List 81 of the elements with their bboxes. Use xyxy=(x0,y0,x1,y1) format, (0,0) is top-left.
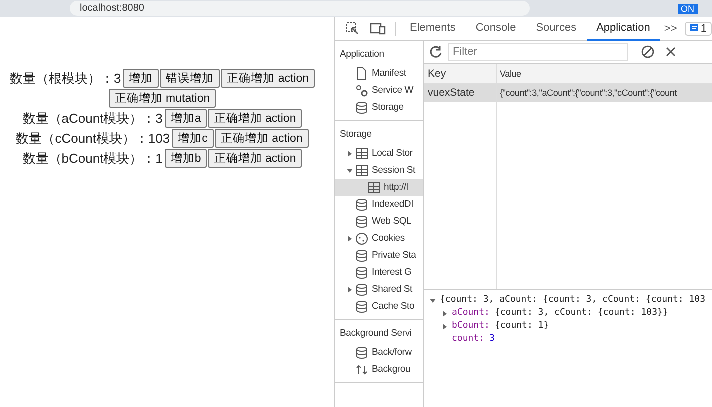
cookie-icon xyxy=(355,232,369,246)
property-key: bCount: xyxy=(452,320,490,333)
table-row[interactable]: vuexState {"count":3,"aCount":{"count":3,"cCount":{"count xyxy=(424,84,712,102)
database-icon xyxy=(355,198,369,212)
table-icon xyxy=(355,146,369,160)
table-icon xyxy=(367,180,381,194)
sidebar-item[interactable]: Session St xyxy=(335,162,423,179)
increment-button[interactable]: 增加c xyxy=(172,129,214,148)
property-value: {count: 1} xyxy=(494,320,550,333)
sidebar-item[interactable]: Local Stor xyxy=(335,145,423,162)
sidebar-item[interactable]: Interest G xyxy=(335,264,423,281)
message-icon xyxy=(690,24,699,33)
section-title: Application xyxy=(339,48,386,62)
table-cell-text: {"count":3,"aCount":{"count":3,"cCount":{"count xyxy=(499,87,678,100)
database-icon xyxy=(355,346,369,360)
sidebar-item[interactable]: Shared St xyxy=(335,281,423,298)
filter-field[interactable]: Filter xyxy=(448,43,628,61)
increment-button[interactable]: 正确增加 action xyxy=(221,69,316,88)
count-label: 数量（aCount模块）：3 xyxy=(22,110,163,128)
increment-button[interactable]: 正确增加 action xyxy=(208,109,302,128)
sidebar-item[interactable]: Private Sta xyxy=(335,247,423,264)
increment-button[interactable]: 错误增加 xyxy=(160,69,220,88)
increment-button[interactable]: 增加a xyxy=(164,109,208,128)
database-icon xyxy=(355,300,369,314)
section-title: Storage xyxy=(339,128,373,142)
increment-button[interactable]: 增加 xyxy=(123,69,160,88)
more-tabs-button[interactable]: >> xyxy=(664,22,678,34)
device-toolbar-icon[interactable] xyxy=(370,22,386,36)
count-label: 数量（cCount模块）：103 xyxy=(16,130,170,148)
collapsed-arrow-icon[interactable] xyxy=(442,324,448,330)
extension-badge[interactable]: ON xyxy=(678,4,698,14)
database-icon xyxy=(355,282,369,296)
count-label: 数量（根模块）：3 xyxy=(10,70,122,88)
property-value: 3 xyxy=(490,333,495,346)
sidebar-item[interactable]: IndexedDI xyxy=(335,196,423,213)
expanded-arrow-icon[interactable] xyxy=(430,298,436,304)
sidebar-item[interactable]: Web SQL xyxy=(335,213,423,230)
column-header[interactable]: Key xyxy=(424,64,497,83)
inspect-icon[interactable] xyxy=(346,22,360,36)
devtools-tab[interactable]: Console xyxy=(466,16,526,40)
file-icon xyxy=(355,66,369,80)
collapsed-arrow-icon[interactable] xyxy=(442,310,448,316)
sidebar-item[interactable]: Backgrou xyxy=(335,361,423,378)
object-preview: {count: 3, aCount: {count: 3, cCount: {count: 103 xyxy=(440,294,706,307)
property-value: {count: 3, cCount: {count: 103}} xyxy=(494,307,668,320)
close-icon[interactable] xyxy=(665,46,677,58)
expanded-arrow-icon[interactable] xyxy=(347,168,353,174)
property-key: aCount: xyxy=(452,307,490,320)
issues-badge[interactable]: 1 xyxy=(684,22,712,36)
sidebar-item[interactable]: Service W xyxy=(335,82,423,99)
devtools-tab[interactable]: Sources xyxy=(526,16,587,40)
database-icon xyxy=(355,100,369,114)
count-label: 数量（bCount模块）：1 xyxy=(22,150,163,168)
issues-count: 1 xyxy=(700,22,707,34)
table-icon xyxy=(355,164,369,178)
database-icon xyxy=(355,214,369,228)
increment-button[interactable]: 正确增加 action xyxy=(214,129,309,148)
sidebar-item[interactable]: http://l xyxy=(335,179,423,196)
property-key: count: xyxy=(452,333,485,346)
collapsed-arrow-icon[interactable] xyxy=(347,236,353,242)
increment-button[interactable]: 增加b xyxy=(164,149,208,168)
increment-button[interactable]: 正确增加 action xyxy=(208,149,302,168)
devtools-tab[interactable]: Elements xyxy=(400,16,466,40)
database-icon xyxy=(355,266,369,280)
table-cell: vuexState xyxy=(424,84,497,102)
sidebar-item[interactable]: Cache Sto xyxy=(335,298,423,315)
column-header[interactable]: Value xyxy=(497,64,712,83)
database-icon xyxy=(355,248,369,262)
collapsed-arrow-icon[interactable] xyxy=(347,150,353,156)
refresh-icon[interactable] xyxy=(429,45,443,59)
sidebar-item[interactable]: Manifest xyxy=(335,65,423,82)
sidebar-item[interactable]: Back/forw xyxy=(335,344,423,361)
section-title: Background Servi xyxy=(339,327,413,341)
increment-button[interactable]: 正确增加 mutation xyxy=(108,89,216,108)
sidebar-item[interactable]: Cookies xyxy=(335,230,423,247)
sidebar-item[interactable]: Storage xyxy=(335,99,423,116)
clear-icon[interactable] xyxy=(641,45,655,59)
address-bar[interactable]: localhost:8080 xyxy=(70,1,530,16)
devtools-tab[interactable]: Application xyxy=(586,16,660,40)
arrows-icon xyxy=(355,362,369,376)
collapsed-arrow-icon[interactable] xyxy=(347,286,353,292)
